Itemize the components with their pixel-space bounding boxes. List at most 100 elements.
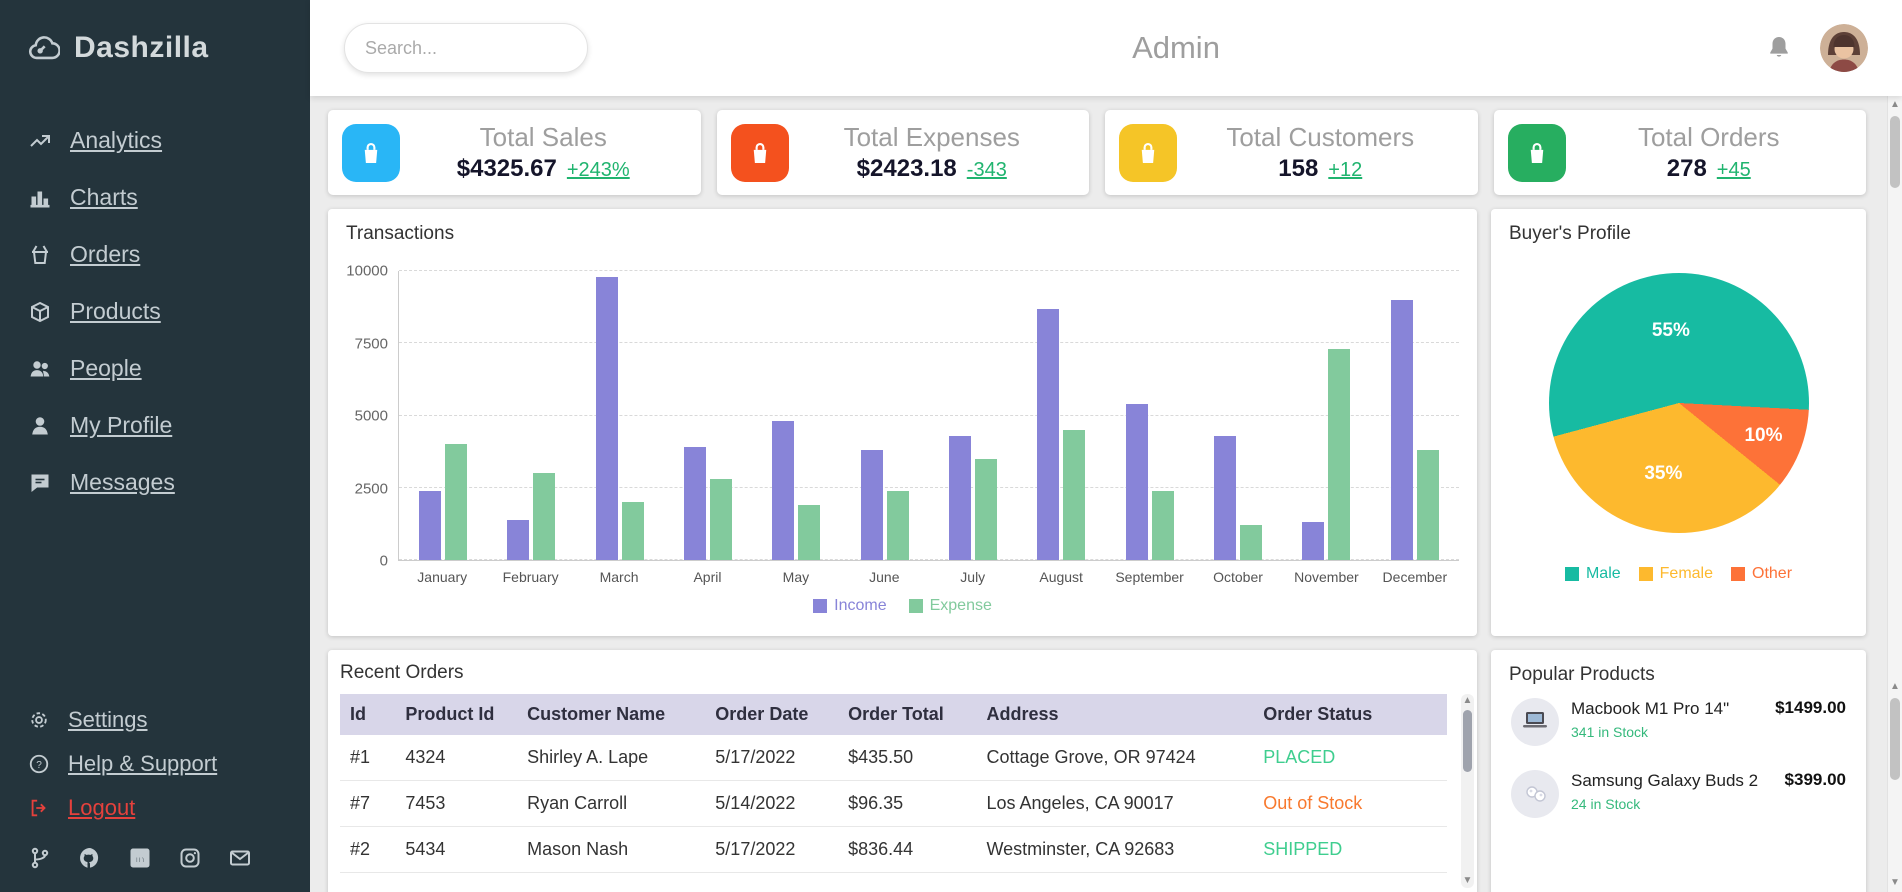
mail-icon[interactable] xyxy=(228,846,252,870)
stat-change-link[interactable]: -343 xyxy=(967,159,1007,182)
pie-slice-label: 10% xyxy=(1744,424,1783,446)
cell-product-id: 7453 xyxy=(395,780,518,827)
buyers-profile-title: Buyer's Profile xyxy=(1509,223,1631,244)
bar-expense xyxy=(445,444,468,560)
scrollbar-thumb[interactable] xyxy=(1890,116,1900,188)
status-badge: PLACED xyxy=(1253,735,1447,781)
sidebar-item-help-support[interactable]: ? Help & Support xyxy=(0,742,310,786)
bar-income xyxy=(1125,403,1148,560)
stat-card-total-orders: Total Orders 278 +45 xyxy=(1493,110,1866,195)
x-tick-label: June xyxy=(869,569,900,585)
scroll-up-arrow[interactable] xyxy=(1888,98,1902,112)
legend-item-income: Income xyxy=(813,597,887,615)
search-input[interactable] xyxy=(365,37,567,59)
instagram-icon[interactable] xyxy=(178,846,202,870)
y-tick-label: 10000 xyxy=(346,262,388,280)
column-header: Product Id xyxy=(395,694,518,735)
sidebar-item-charts[interactable]: Charts xyxy=(0,169,310,226)
y-tick-label: 5000 xyxy=(354,407,388,425)
table-row: #2 5434 Mason Nash 5/17/2022 $836.44 Wes… xyxy=(340,826,1447,873)
sidebar-item-logout[interactable]: Logout xyxy=(0,786,310,830)
table-row: #1 4324 Shirley A. Lape 5/17/2022 $435.5… xyxy=(340,735,1447,781)
sidebar-item-label: Settings xyxy=(68,707,148,732)
scroll-up-arrow[interactable] xyxy=(1461,694,1474,708)
scroll-down-arrow[interactable] xyxy=(1461,874,1474,888)
stat-title: Total Customers xyxy=(1226,122,1415,152)
x-tick-label: January xyxy=(417,569,468,585)
list-item-galaxy-buds: Samsung Galaxy Buds 2 24 in Stock $399.0… xyxy=(1509,758,1848,830)
stat-change-link[interactable]: +45 xyxy=(1717,159,1751,182)
list-item-macbook: Macbook M1 Pro 14" 341 in Stock $1499.00 xyxy=(1509,686,1848,758)
sidebar-item-my-profile[interactable]: My Profile xyxy=(0,397,310,454)
stat-value: $4325.67 xyxy=(456,155,557,182)
scrollbar-thumb[interactable] xyxy=(1890,698,1900,780)
female-swatch xyxy=(1638,567,1653,581)
cell-product-id: 4324 xyxy=(395,735,518,781)
product-stock: 341 in Stock xyxy=(1571,724,1649,741)
message-bubble-icon xyxy=(28,471,52,495)
sidebar-item-products[interactable]: Products xyxy=(0,283,310,340)
cell-id: #2 xyxy=(340,826,396,873)
bar-expense xyxy=(621,502,644,560)
logout-icon xyxy=(28,797,50,819)
sidebar: Dashzilla Analytics Charts Orders Produc… xyxy=(0,0,310,892)
product-stock: 24 in Stock xyxy=(1571,796,1641,813)
column-header: Order Total xyxy=(838,694,977,735)
product-price: $399.00 xyxy=(1784,770,1846,789)
table-header-row: Id Product Id Customer Name Order Date O… xyxy=(340,694,1447,735)
sidebar-item-people[interactable]: People xyxy=(0,340,310,397)
main-area: Admin Total Sales xyxy=(310,0,1902,892)
column-header: Address xyxy=(976,694,1254,735)
app: Dashzilla Analytics Charts Orders Produc… xyxy=(0,0,1902,892)
buyers-pie-legend: Male Female Other xyxy=(1509,565,1848,583)
product-price: $1499.00 xyxy=(1775,698,1846,717)
sidebar-item-orders[interactable]: Orders xyxy=(0,226,310,283)
sidebar-item-label: Help & Support xyxy=(68,751,218,776)
bar-expense xyxy=(1240,525,1263,560)
user-avatar[interactable] xyxy=(1820,24,1868,72)
github-icon[interactable] xyxy=(78,846,102,870)
x-tick-label: March xyxy=(599,569,639,585)
column-header: Customer Name xyxy=(517,694,706,735)
basket-icon xyxy=(28,243,52,267)
bar-expense xyxy=(1416,450,1439,560)
stats-row: Total Sales $4325.67 +243% Total Expense… xyxy=(328,110,1866,195)
legend-label: Other xyxy=(1752,565,1793,582)
scroll-up-arrow[interactable] xyxy=(1888,680,1902,694)
bar-income xyxy=(1390,299,1413,560)
bar-group xyxy=(1282,271,1370,560)
package-box-icon xyxy=(28,300,52,324)
column-header: Order Status xyxy=(1253,694,1447,735)
bar-expense xyxy=(975,458,998,560)
linkedin-icon[interactable]: in xyxy=(128,846,152,870)
stat-value: $2423.18 xyxy=(856,155,957,182)
stat-card-total-expenses: Total Expenses $2423.18 -343 xyxy=(716,110,1089,195)
notification-bell-icon[interactable] xyxy=(1764,33,1794,63)
orders-scrollbar[interactable] xyxy=(1461,694,1474,888)
bar-income xyxy=(1037,308,1060,560)
bar-expense xyxy=(798,505,821,560)
bar-income xyxy=(1214,435,1237,560)
sidebar-item-label: Products xyxy=(70,298,161,324)
cell-total: $96.35 xyxy=(838,780,977,827)
cell-id: #1 xyxy=(340,735,396,781)
topbar: Admin xyxy=(310,0,1902,96)
x-tick-label: October xyxy=(1213,569,1263,585)
cell-id: #7 xyxy=(340,780,396,827)
sidebar-item-settings[interactable]: Settings xyxy=(0,698,310,742)
earbuds-thumbnail-icon xyxy=(1511,770,1559,818)
transactions-x-axis: January February March April May June July Augu… xyxy=(398,569,1459,585)
git-branch-icon[interactable] xyxy=(28,846,52,870)
stat-change-link[interactable]: +12 xyxy=(1328,159,1362,182)
scroll-down-arrow[interactable] xyxy=(1888,876,1902,890)
bar-income xyxy=(860,450,883,560)
scrollbar-thumb[interactable] xyxy=(1463,710,1472,772)
sidebar-item-messages[interactable]: Messages xyxy=(0,454,310,511)
cell-address: Los Angeles, CA 90017 xyxy=(976,780,1254,827)
bar-income xyxy=(419,490,442,560)
main-scrollbar[interactable] xyxy=(1887,96,1902,892)
stat-change-link[interactable]: +243% xyxy=(567,159,630,182)
sidebar-item-label: Logout xyxy=(68,795,136,820)
income-swatch xyxy=(813,599,828,613)
sidebar-item-analytics[interactable]: Analytics xyxy=(0,112,310,169)
